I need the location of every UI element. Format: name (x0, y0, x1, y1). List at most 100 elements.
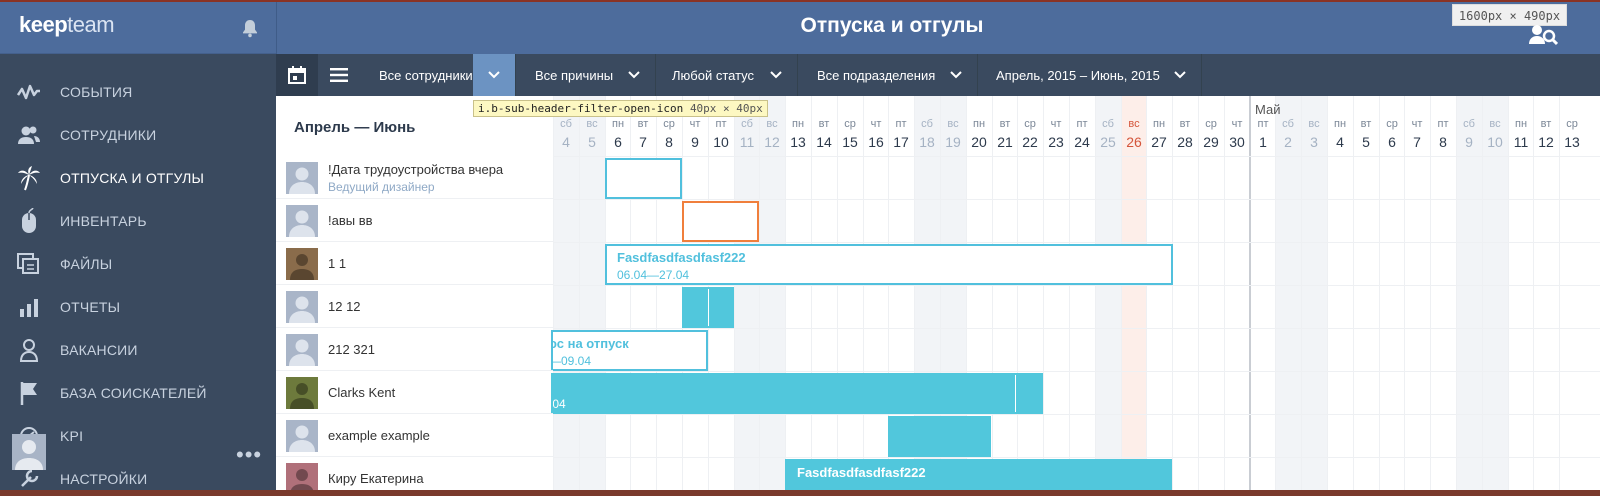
absence-bar[interactable]: Fasdfasdfasdfasf222 06.04—27.04 (605, 244, 1173, 285)
filter-status[interactable]: Любой статус (656, 54, 798, 96)
absence-bar[interactable] (682, 201, 759, 242)
day-number[interactable]: 24 (1069, 134, 1095, 150)
day-number[interactable]: 10 (708, 134, 734, 150)
employee-name[interactable]: 212 321 (328, 342, 375, 357)
day-number[interactable]: 8 (656, 134, 682, 150)
day-number[interactable]: 17 (888, 134, 914, 150)
avatar[interactable] (286, 205, 318, 237)
day-number[interactable]: 3 (1301, 134, 1327, 150)
day-number[interactable]: 20 (966, 134, 992, 150)
filter-departments[interactable]: Все подразделения (798, 54, 978, 96)
filter-reasons[interactable]: Все причины (516, 54, 656, 96)
employee-row[interactable]: !авы вв (276, 199, 553, 242)
employee-row[interactable]: !Дата трудоустройства вчера Ведущий дизай… (276, 156, 553, 199)
chevron-down-icon[interactable] (473, 54, 515, 96)
filter-period[interactable]: Апрель, 2015 – Июнь, 2015 (978, 54, 1202, 96)
absence-bar[interactable] (605, 158, 682, 199)
bar-divider (1015, 375, 1016, 412)
absence-bar[interactable]: Fasdfasdfasdfasf222 (785, 459, 1172, 490)
day-number[interactable]: 29 (1198, 134, 1224, 150)
sidebar-item-5[interactable]: ФАЙЛЫ (0, 242, 276, 285)
day-number[interactable]: 12 (1533, 134, 1559, 150)
day-number[interactable]: 6 (1379, 134, 1405, 150)
day-number[interactable]: 1 (1250, 134, 1276, 150)
day-number[interactable]: 7 (1404, 134, 1430, 150)
day-number[interactable]: 4 (553, 134, 579, 150)
employee-row[interactable]: 1 1 (276, 242, 553, 285)
list-view-button[interactable] (318, 54, 360, 96)
day-number[interactable]: 26 (1121, 134, 1147, 150)
sidebar-item-3[interactable]: ОТПУСКА И ОТГУЛЫ (0, 156, 276, 199)
employee-row[interactable]: Clarks Kent (276, 371, 553, 414)
user-search-icon[interactable] (1528, 22, 1558, 46)
sidebar-item-4[interactable]: ИНВЕНТАРЬ (0, 199, 276, 242)
employee-row[interactable]: 12 12 (276, 285, 553, 328)
employee-name[interactable]: Киру Екатерина (328, 471, 424, 486)
absence-dates: —09.04 (551, 354, 592, 368)
sidebar-item-2[interactable]: СОТРУДНИКИ (0, 113, 276, 156)
employee-name[interactable]: !Дата трудоустройства вчера (328, 162, 503, 177)
absence-bar[interactable]: .04 (551, 373, 1043, 414)
day-number[interactable]: 5 (579, 134, 605, 150)
filter-employees[interactable]: Все сотрудники (362, 54, 516, 96)
calendar-view-button[interactable] (276, 54, 318, 96)
employee-row[interactable]: 212 321 (276, 328, 553, 371)
app-logo[interactable]: keepteam (19, 12, 115, 38)
day-number[interactable]: 27 (1146, 134, 1172, 150)
day-number[interactable]: 5 (1353, 134, 1379, 150)
sidebar-item-8[interactable]: БАЗА СОИСКАТЕЛЕЙ (0, 371, 276, 414)
day-number[interactable]: 22 (1017, 134, 1043, 150)
day-number[interactable]: 18 (914, 134, 940, 150)
day-number[interactable]: 11 (734, 134, 760, 150)
day-number[interactable]: 9 (1456, 134, 1482, 150)
employee-name[interactable]: 1 1 (328, 256, 346, 271)
avatar[interactable] (286, 377, 318, 409)
employee-name[interactable]: Clarks Kent (328, 385, 395, 400)
avatar[interactable] (286, 291, 318, 323)
avatar[interactable] (286, 162, 318, 194)
current-user-avatar[interactable] (12, 434, 46, 470)
absence-bar[interactable] (682, 287, 734, 328)
absence-bar[interactable] (888, 416, 991, 457)
employee-name[interactable]: 12 12 (328, 299, 361, 314)
day-number[interactable]: 23 (1043, 134, 1069, 150)
employee-name[interactable]: !авы вв (328, 213, 373, 228)
employee-name[interactable]: example example (328, 428, 430, 443)
day-number[interactable]: 13 (785, 134, 811, 150)
day-number[interactable]: 7 (630, 134, 656, 150)
sidebar-item-6[interactable]: ОТЧЕТЫ (0, 285, 276, 328)
day-number[interactable]: 10 (1482, 134, 1508, 150)
day-number[interactable]: 28 (1172, 134, 1198, 150)
chevron-down-icon[interactable] (1159, 54, 1201, 96)
sidebar-item-1[interactable]: СОБЫТИЯ (0, 70, 276, 113)
avatar[interactable] (286, 334, 318, 366)
day-number[interactable]: 30 (1224, 134, 1250, 150)
day-number[interactable]: 11 (1508, 134, 1534, 150)
avatar[interactable] (286, 463, 318, 490)
day-number[interactable]: 13 (1559, 134, 1585, 150)
avatar[interactable] (286, 248, 318, 280)
day-number[interactable]: 14 (811, 134, 837, 150)
chevron-down-icon[interactable] (935, 54, 977, 96)
day-number[interactable]: 25 (1095, 134, 1121, 150)
avatar[interactable] (286, 420, 318, 452)
day-of-week: чт (1231, 118, 1243, 130)
day-number[interactable]: 2 (1275, 134, 1301, 150)
employee-row[interactable]: Киру Екатерина (276, 457, 553, 490)
absence-bar[interactable]: ос на отпуск —09.04 (551, 330, 708, 371)
day-number[interactable]: 16 (863, 134, 889, 150)
day-number[interactable]: 9 (682, 134, 708, 150)
day-number[interactable]: 15 (837, 134, 863, 150)
bell-icon[interactable] (240, 18, 260, 38)
day-number[interactable]: 21 (992, 134, 1018, 150)
more-menu-button[interactable]: ••• (236, 442, 262, 468)
day-number[interactable]: 8 (1430, 134, 1456, 150)
day-number[interactable]: 12 (759, 134, 785, 150)
employee-row[interactable]: example example (276, 414, 553, 457)
day-number[interactable]: 4 (1327, 134, 1353, 150)
chevron-down-icon[interactable] (613, 54, 655, 96)
day-number[interactable]: 6 (605, 134, 631, 150)
chevron-down-icon[interactable] (755, 54, 797, 96)
sidebar-item-7[interactable]: ВАКАНСИИ (0, 328, 276, 371)
day-number[interactable]: 19 (940, 134, 966, 150)
